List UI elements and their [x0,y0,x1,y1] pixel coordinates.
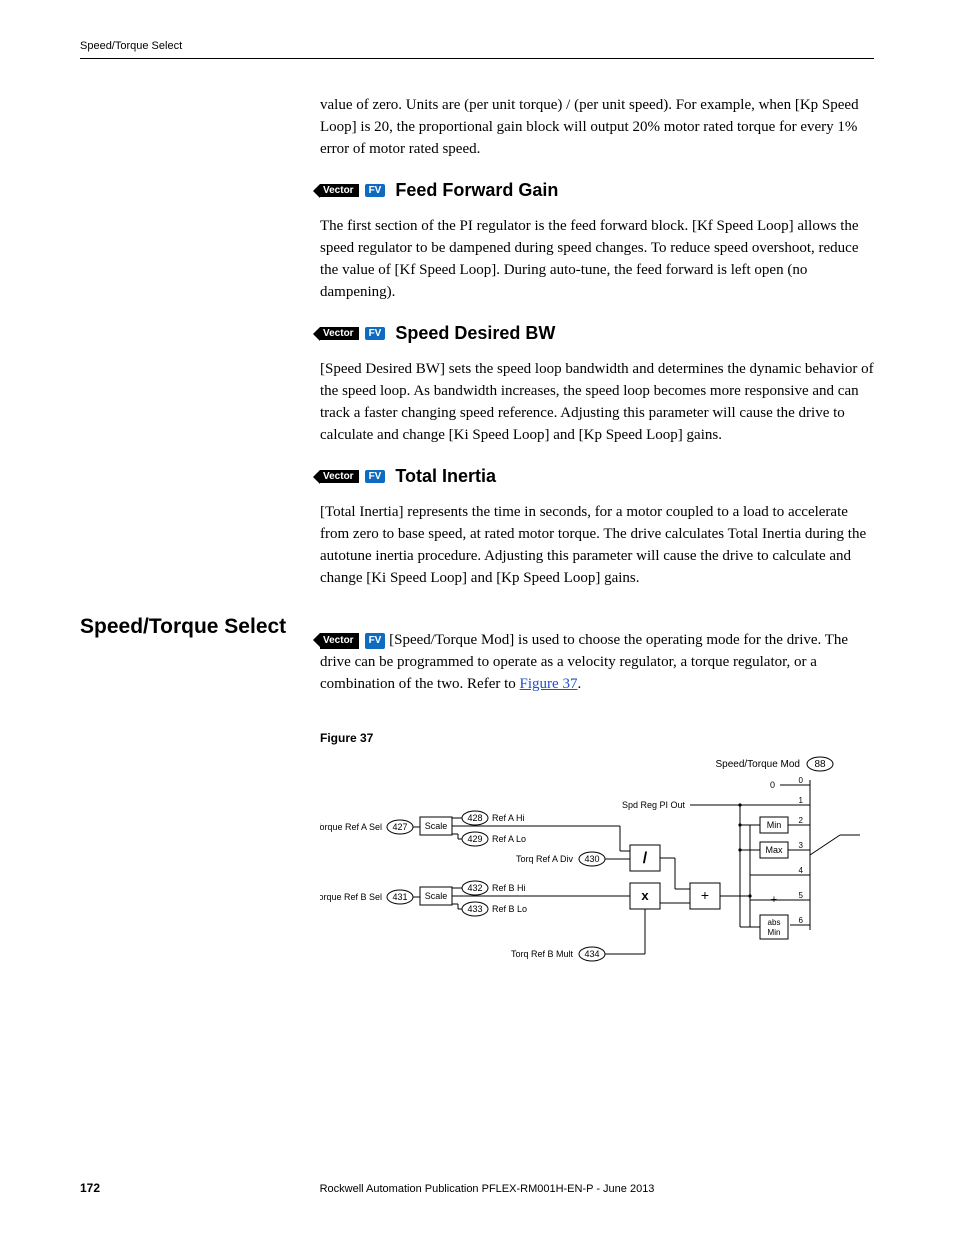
label-torq-ref-b-mult: Torq Ref B Mult [511,949,574,959]
label-spd-reg-pi-out: Spd Reg PI Out [622,800,686,810]
intro-paragraph: value of zero. Units are (per unit torqu… [320,95,874,160]
param-430: 430 [584,854,599,864]
svg-text:6: 6 [799,916,804,925]
svg-text:Scale: Scale [425,891,448,901]
publication-info: Rockwell Automation Publication PFLEX-RM… [100,1183,874,1195]
svg-text:Ref A Hi: Ref A Hi [492,813,525,823]
param-432: 432 [467,883,482,893]
svg-text:Ref B Lo: Ref B Lo [492,904,527,914]
param-428: 428 [467,813,482,823]
svg-text:0: 0 [770,780,775,790]
body-text-before-link: [Speed/Torque Mod] is used to choose the… [320,632,848,692]
svg-text:2: 2 [799,816,804,825]
svg-text:abs: abs [768,918,781,927]
header-rule [80,58,874,59]
body-text-after-link: . [577,676,581,692]
sum-block: + [701,887,709,903]
param-431: 431 [392,892,407,902]
svg-text:Min: Min [767,820,782,830]
label-speed-torque-mod: Speed/Torque Mod [715,759,800,770]
fv-badge: FV [365,184,386,197]
mult-block: x [641,888,649,903]
svg-text:Ref B Hi: Ref B Hi [492,883,526,893]
svg-text:5: 5 [799,891,804,900]
label-torque-ref-b-sel: Torque Ref B Sel [320,892,382,902]
figure-37: Speed/Torque Mod 88 0 0 1 Spd Reg PI Out [320,755,874,980]
vector-badge: Vector [320,633,359,650]
speed-desired-bw-body: [Speed Desired BW] sets the speed loop b… [320,359,874,446]
heading-speed-desired-bw: Vector FV Speed Desired BW [320,323,874,344]
param-433: 433 [467,904,482,914]
fv-badge: FV [365,327,386,340]
svg-text:1: 1 [799,796,804,805]
vector-badge: Vector [320,327,359,340]
running-header: Speed/Torque Select [80,40,874,52]
label-torq-ref-a-div: Torq Ref A Div [516,854,574,864]
vector-badge: Vector [320,184,359,197]
param-88: 88 [814,759,826,770]
heading-text: Speed Desired BW [395,323,555,344]
heading-text: Feed Forward Gain [395,180,558,201]
figure-link[interactable]: Figure 37 [520,676,578,692]
fv-badge: FV [365,470,386,483]
param-429: 429 [467,834,482,844]
heading-text: Total Inertia [395,466,496,487]
svg-text:3: 3 [799,841,804,850]
label-torque-ref-a-sel: Torque Ref A Sel [320,822,382,832]
svg-text:0: 0 [799,776,804,785]
vector-badge: Vector [320,470,359,483]
fv-badge: FV [365,633,386,650]
param-434: 434 [584,949,599,959]
heading-feed-forward: Vector FV Feed Forward Gain [320,180,874,201]
total-inertia-body: [Total Inertia] represents the time in s… [320,502,874,589]
page-number: 172 [80,1181,100,1195]
heading-speed-torque-select: Speed/Torque Select [80,615,302,639]
svg-text:Max: Max [765,845,783,855]
param-427: 427 [392,822,407,832]
heading-total-inertia: Vector FV Total Inertia [320,466,874,487]
svg-text:Ref A Lo: Ref A Lo [492,834,526,844]
divide-block: / [643,850,648,867]
svg-text:4: 4 [799,866,804,875]
svg-text:Scale: Scale [425,821,448,831]
figure-label: Figure 37 [320,731,874,745]
feed-forward-body: The first section of the PI regulator is… [320,216,874,303]
svg-text:Min: Min [768,928,781,937]
speed-torque-select-body: Vector FV [Speed/Torque Mod] is used to … [320,630,874,695]
